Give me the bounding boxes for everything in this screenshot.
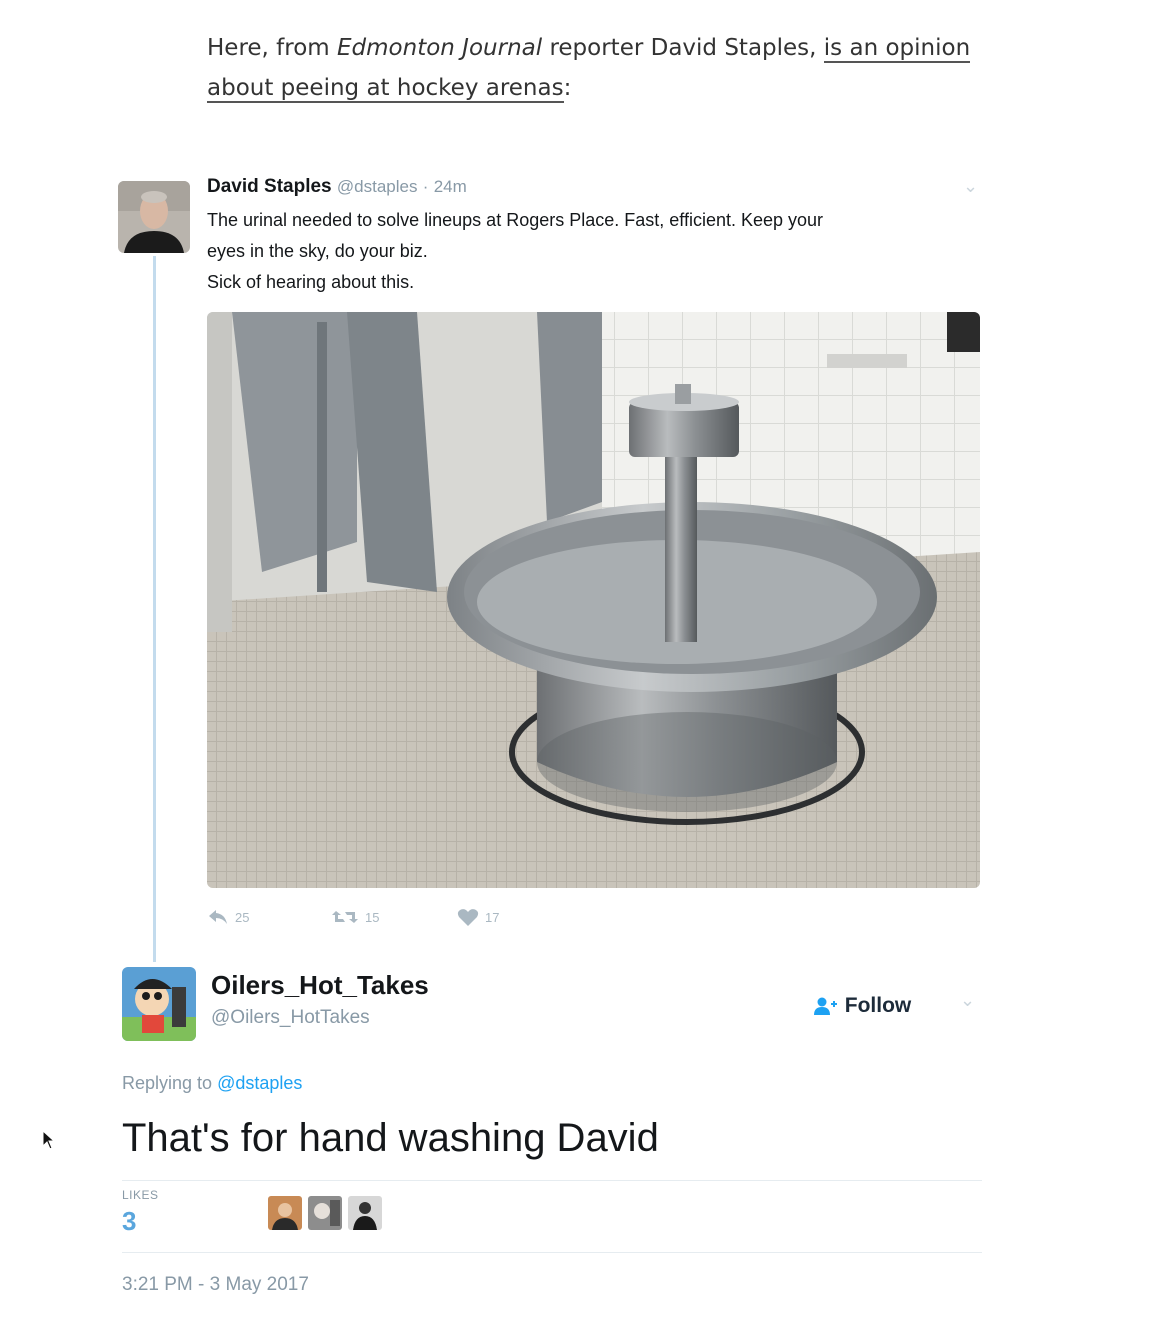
tweet1-author-name[interactable]: David Staples [207, 176, 332, 197]
heart-icon [457, 909, 479, 926]
tweet2-author-name[interactable]: Oilers_Hot_Takes [211, 970, 429, 1001]
oilers-hot-takes-avatar[interactable] [122, 967, 196, 1041]
replying-to-prefix: Replying to [122, 1073, 218, 1093]
reply-action[interactable]: 25 [207, 908, 249, 926]
retweet-count: 15 [365, 909, 380, 925]
tweet1-separator: · [422, 177, 429, 196]
replying-to: Replying to @dstaples [122, 1073, 302, 1094]
tweet2-timestamp[interactable]: 3:21 PM - 3 May 2017 [122, 1274, 309, 1296]
tweet1-header: David Staples @dstaples · 24m [207, 176, 467, 198]
liker-avatar[interactable] [348, 1196, 382, 1230]
chevron-down-icon[interactable]: ⌄ [963, 176, 978, 197]
liker-avatar[interactable] [268, 1196, 302, 1230]
tweet1-text-line: eyes in the sky, do your biz. [207, 241, 428, 261]
tweet1-photo[interactable] [207, 312, 980, 888]
reply-icon [209, 910, 227, 924]
mouse-cursor-icon [42, 1129, 56, 1155]
tweet1-text: The urinal needed to solve lineups at Ro… [207, 205, 967, 298]
likes-label: LIKES [122, 1188, 159, 1202]
liker-avatars [268, 1196, 382, 1230]
david-staples-avatar[interactable] [118, 181, 190, 253]
like-count: 17 [485, 910, 500, 925]
publication-name: Edmonton Journal [337, 35, 543, 61]
intro-text-end: : [563, 75, 572, 101]
tweet1-time[interactable]: 24m [434, 177, 467, 196]
thread-connector [153, 256, 156, 962]
intro-text-start: Here, from [207, 35, 338, 61]
tweet2-text: That's for hand washing David [122, 1116, 659, 1160]
retweet-action[interactable]: 15 [331, 908, 379, 926]
divider [122, 1252, 982, 1253]
add-user-icon [813, 997, 837, 1015]
like-action[interactable]: 17 [457, 908, 499, 927]
likes-count[interactable]: 3 [122, 1206, 136, 1237]
chevron-down-icon[interactable]: ⌄ [960, 990, 975, 1011]
replying-to-handle[interactable]: @dstaples [217, 1073, 302, 1093]
retweet-icon [332, 911, 358, 923]
tweet1-text-line: Sick of hearing about this. [207, 272, 415, 292]
intro-text-middle: reporter David Staples, [542, 35, 824, 61]
tweet1-author-handle[interactable]: @dstaples [337, 177, 418, 196]
follow-button-label: Follow [844, 994, 912, 1017]
divider [122, 1180, 982, 1181]
follow-button[interactable]: Follow [790, 983, 934, 1029]
article-intro: Here, from Edmonton Journal reporter Dav… [207, 28, 1007, 108]
tweet1-text-line: The urinal needed to solve lineups at Ro… [207, 210, 824, 230]
tweet2-author-handle[interactable]: @Oilers_HotTakes [211, 1007, 370, 1029]
liker-avatar[interactable] [308, 1196, 342, 1230]
reply-count: 25 [235, 909, 250, 925]
